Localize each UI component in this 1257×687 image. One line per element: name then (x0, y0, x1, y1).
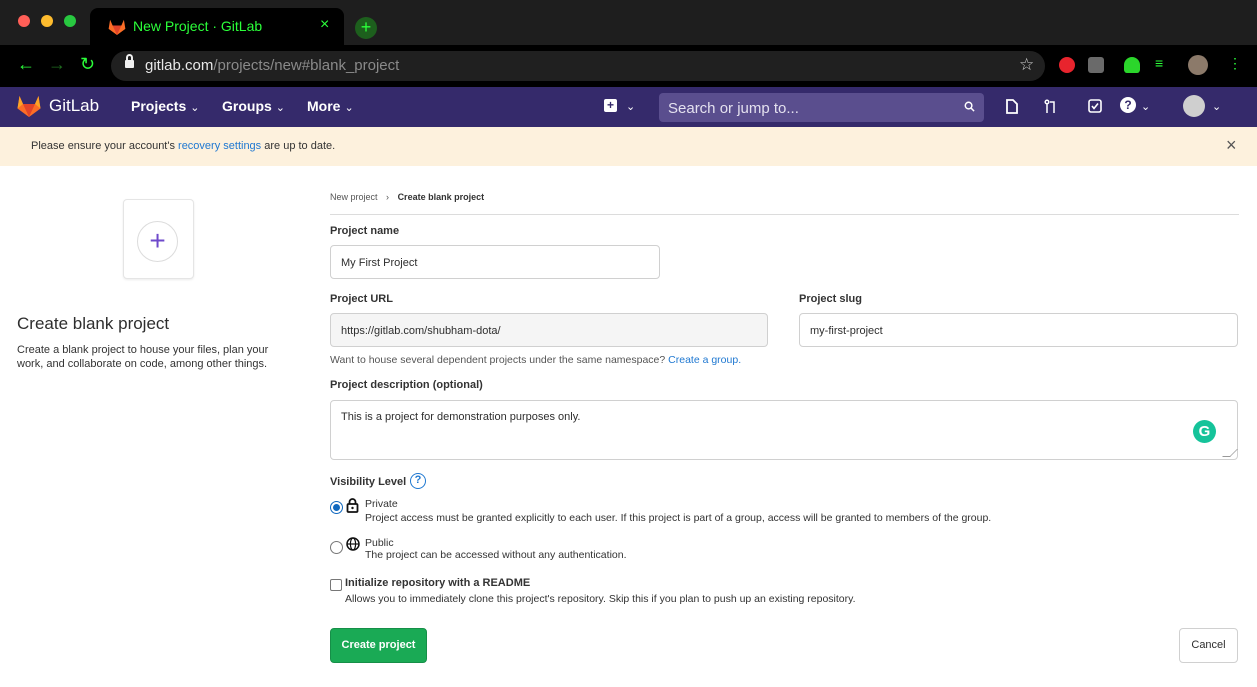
bookmark-star-icon[interactable]: ☆ (1019, 55, 1034, 75)
visibility-level-label: Visibility Level (330, 476, 407, 488)
plus-icon: + (137, 221, 178, 262)
window-zoom-button[interactable] (64, 15, 76, 27)
banner-close-icon[interactable]: × (1226, 135, 1237, 156)
banner-text: Please ensure your account's recovery se… (31, 140, 336, 152)
gitlab-favicon-icon (108, 19, 126, 35)
project-name-input[interactable]: My First Project (330, 245, 660, 279)
public-description: The project can be accessed without any … (365, 549, 627, 561)
search-icon (964, 101, 975, 112)
section-title: Create blank project (17, 314, 170, 333)
user-avatar[interactable] (1183, 95, 1205, 117)
breadcrumb-new-project[interactable]: New project (330, 192, 378, 202)
profile-avatar-icon[interactable] (1188, 55, 1208, 75)
private-title: Private (365, 498, 398, 510)
readme-description: Allows you to immediately clone this pro… (345, 593, 856, 605)
nav-groups-menu[interactable]: Groups ⌄ (222, 98, 285, 114)
breadcrumb-separator-icon: › (386, 192, 390, 202)
visibility-public-radio[interactable] (330, 541, 343, 554)
section-description: Create a blank project to house your fil… (17, 344, 269, 370)
visibility-private-radio[interactable] (330, 501, 343, 514)
new-item-caret-icon[interactable]: ⌄ (626, 100, 635, 113)
help-icon[interactable]: ? (1120, 97, 1136, 113)
visibility-help-icon[interactable]: ? (410, 473, 426, 489)
search-placeholder: Search or jump to... (668, 100, 799, 117)
search-input[interactable]: Search or jump to... (659, 93, 984, 122)
gitlab-navbar: GitLab Projects ⌄ Groups ⌄ More ⌄ + ⌄ Searc… (0, 87, 1257, 127)
create-project-button[interactable]: Create project (330, 628, 427, 663)
blank-project-tile: + (123, 199, 194, 279)
help-caret-icon[interactable]: ⌄ (1141, 100, 1150, 113)
project-description-textarea[interactable]: This is a project for demonstration purp… (330, 400, 1238, 460)
extension-playlist-icon[interactable]: ≡ (1155, 55, 1171, 71)
project-url-label: Project URL (330, 293, 393, 305)
extension-red-icon[interactable] (1059, 57, 1075, 73)
project-slug-input[interactable]: my-first-project (799, 313, 1238, 347)
private-description: Project access must be granted explicitl… (365, 512, 992, 524)
browser-tab-bar: New Project · GitLab × + (0, 0, 1257, 45)
browser-tab-active[interactable]: New Project · GitLab × (90, 8, 344, 45)
project-url-input[interactable]: https://gitlab.com/shubham-dota/ (330, 313, 768, 347)
project-slug-label: Project slug (799, 293, 862, 305)
browser-menu-icon[interactable]: ⋮ (1228, 55, 1242, 71)
tab-title: New Project · GitLab (133, 18, 263, 34)
grammarly-icon[interactable]: G (1193, 420, 1216, 443)
new-item-plus-icon[interactable]: + (604, 99, 617, 112)
globe-icon (346, 537, 360, 551)
readme-label: Initialize repository with a README (345, 577, 531, 589)
back-arrow-icon[interactable]: ← (17, 54, 35, 75)
recovery-banner: Please ensure your account's recovery se… (0, 127, 1257, 166)
address-bar[interactable]: gitlab.com/projects/new#blank_project ☆ (111, 51, 1045, 81)
tab-close-icon[interactable]: × (320, 16, 329, 34)
breadcrumb-current: Create blank project (397, 192, 485, 202)
reload-icon[interactable]: ↻ (80, 54, 95, 75)
recovery-settings-link[interactable]: recovery settings (178, 140, 261, 152)
nav-more-menu[interactable]: More ⌄ (307, 98, 354, 114)
description-label: Project description (optional) (330, 379, 483, 391)
new-tab-button[interactable]: + (355, 17, 377, 39)
gitlab-brand[interactable]: GitLab (49, 96, 99, 116)
gitlab-logo-icon[interactable] (17, 95, 41, 117)
extension-grey-icon[interactable] (1088, 57, 1104, 73)
user-menu-caret-icon[interactable]: ⌄ (1212, 100, 1221, 113)
url-text: gitlab.com/projects/new#blank_project (145, 57, 400, 74)
group-help-text: Want to house several dependent projects… (330, 354, 742, 366)
todos-icon[interactable] (1088, 99, 1102, 113)
breadcrumb: New project › Create blank project (330, 192, 484, 202)
cancel-button[interactable]: Cancel (1179, 628, 1238, 663)
create-group-link[interactable]: Create a group. (668, 354, 741, 366)
window-close-button[interactable] (18, 15, 30, 27)
forward-arrow-icon[interactable]: → (48, 54, 66, 75)
extension-puzzle-icon[interactable] (1124, 57, 1140, 73)
project-name-label: Project name (330, 225, 400, 237)
readme-checkbox[interactable] (330, 579, 342, 591)
lock-icon (125, 54, 134, 68)
public-title: Public (365, 537, 394, 549)
window-minimize-button[interactable] (41, 15, 53, 27)
nav-projects-menu[interactable]: Projects ⌄ (131, 98, 199, 114)
merge-request-icon[interactable] (1044, 99, 1058, 114)
issues-icon[interactable] (1005, 99, 1019, 114)
lock-icon (346, 498, 359, 513)
breadcrumb-divider (330, 214, 1239, 215)
